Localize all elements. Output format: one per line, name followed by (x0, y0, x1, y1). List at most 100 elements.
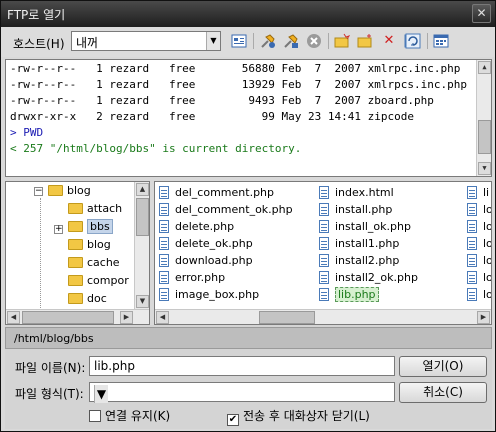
file-name: image_box.php (175, 288, 260, 301)
disconnect-icon[interactable] (283, 33, 299, 49)
file-item[interactable]: lo (467, 254, 491, 271)
stop-icon[interactable] (306, 33, 322, 49)
host-label: 호스트(H) (13, 37, 65, 51)
file-name: lo (483, 271, 492, 284)
file-item[interactable]: li (467, 186, 489, 203)
tree-item-blog[interactable]: blog (48, 184, 91, 201)
scroll-thumb[interactable] (22, 311, 114, 324)
scroll-right-icon[interactable]: ▶ (477, 311, 490, 324)
scroll-thumb[interactable] (136, 198, 149, 236)
cancel-button[interactable]: 취소(C) (399, 382, 487, 403)
open-button[interactable]: 열기(O) (399, 356, 487, 377)
file-name: delete.php (175, 220, 235, 233)
file-item[interactable]: download.php (159, 254, 253, 271)
scroll-up-icon[interactable]: ▲ (136, 183, 149, 196)
tree-item-blog-sub[interactable]: blog (68, 238, 111, 255)
open-folder-icon[interactable] (357, 33, 373, 49)
file-item[interactable]: install2.php (319, 254, 399, 271)
file-item[interactable]: install_ok.php (319, 220, 411, 237)
file-item[interactable]: lo (467, 220, 492, 237)
file-item[interactable]: del_comment.php (159, 186, 274, 203)
file-name: install_ok.php (335, 220, 411, 233)
scroll-thumb[interactable] (259, 311, 315, 324)
connect-icon[interactable] (260, 33, 276, 49)
filetype-label: 파일 형식(T): (15, 387, 84, 401)
title-bar[interactable]: FTP로 열기 ✕ (1, 1, 495, 27)
refresh-icon[interactable] (405, 33, 421, 49)
folder-icon (48, 185, 63, 196)
collapse-icon[interactable]: − (34, 187, 43, 196)
file-icon (467, 271, 477, 284)
folder-tree[interactable]: − blog attach + bbs blog cache compor do… (5, 181, 150, 325)
filename-input[interactable]: lib.php (89, 356, 395, 376)
file-item[interactable]: install.php (319, 203, 392, 220)
keep-connection-label: 연결 유지(K) (105, 409, 171, 423)
close-after-transfer-checkbox[interactable]: ✔ 전송 후 대화상자 닫기(L) (227, 407, 370, 426)
file-item[interactable]: lo (467, 288, 491, 305)
tree-item-label: blog (67, 184, 91, 197)
close-after-transfer-label: 전송 후 대화상자 닫기(L) (243, 409, 370, 423)
file-item[interactable]: delete_ok.php (159, 237, 253, 254)
scroll-thumb[interactable] (478, 120, 491, 154)
file-name: install.php (335, 203, 393, 216)
chevron-down-icon[interactable]: ▼ (206, 32, 220, 50)
checkbox-unchecked-icon[interactable] (89, 410, 101, 422)
scroll-right-icon[interactable]: ▶ (120, 311, 133, 324)
host-select-value: 내꺼 (76, 36, 99, 50)
filetype-select[interactable]: ▼ (89, 382, 395, 403)
file-icon (159, 186, 169, 199)
file-item[interactable]: lo (467, 271, 492, 288)
file-item[interactable]: del_comment_ok.php (159, 203, 293, 220)
file-item-selected[interactable]: lib.php (319, 287, 379, 305)
scroll-down-icon[interactable]: ▼ (478, 162, 491, 175)
tree-item-bbs[interactable]: bbs (68, 219, 113, 237)
file-item[interactable]: install2_ok.php (319, 271, 418, 288)
scroll-left-icon[interactable]: ◀ (7, 311, 20, 324)
ftp-log-panel[interactable]: -rw-r--r-- 1 rezard free 56880 Feb 7 200… (5, 59, 492, 177)
file-list[interactable]: del_comment.php del_comment_ok.php delet… (154, 181, 492, 325)
host-select[interactable]: 내꺼 ▼ (71, 31, 221, 51)
toolbar-separator (253, 33, 254, 49)
new-folder-icon[interactable] (334, 33, 351, 49)
scroll-left-icon[interactable]: ◀ (156, 311, 169, 324)
close-icon[interactable]: ✕ (472, 4, 491, 23)
log-vertical-scrollbar[interactable]: ▲ ▼ (476, 60, 491, 176)
keep-connection-checkbox[interactable]: 연결 유지(K) (89, 407, 170, 424)
scroll-down-icon[interactable]: ▼ (136, 295, 149, 308)
file-name: lo (483, 237, 492, 250)
tree-item-cache[interactable]: cache (68, 256, 120, 273)
view-mode-icon[interactable] (433, 33, 449, 49)
file-list-horizontal-scrollbar[interactable]: ◀ ▶ (155, 309, 491, 324)
file-icon (467, 203, 477, 216)
file-item[interactable]: image_box.php (159, 288, 259, 305)
tree-horizontal-scrollbar[interactable]: ◀ ▶ (6, 309, 149, 324)
file-icon (467, 237, 477, 250)
tree-item-label: compor (87, 274, 129, 287)
file-name: error.php (175, 271, 226, 284)
tree-item-component[interactable]: compor (68, 274, 129, 291)
file-item[interactable]: delete.php (159, 220, 234, 237)
bookmark-manager-icon[interactable] (231, 33, 247, 49)
file-name: index.html (335, 186, 394, 199)
file-item[interactable]: lo (467, 203, 491, 220)
file-name: lo (483, 220, 492, 233)
file-icon (159, 288, 169, 301)
tree-vertical-scrollbar[interactable]: ▲ ▼ (134, 182, 149, 309)
log-line: -rw-r--r-- 1 rezard free 56880 Feb 7 200… (10, 62, 461, 75)
expand-icon[interactable]: + (54, 225, 63, 234)
tree-item-attach[interactable]: attach (68, 202, 122, 219)
file-icon (467, 220, 477, 233)
file-icon (159, 237, 169, 250)
file-item[interactable]: install1.php (319, 237, 399, 254)
file-item[interactable]: index.html (319, 186, 394, 203)
current-path-bar: /html/blog/bbs (5, 327, 492, 349)
file-name: install2.php (335, 254, 400, 267)
scroll-up-icon[interactable]: ▲ (478, 61, 491, 74)
delete-icon[interactable]: ✕ (381, 33, 397, 49)
checkmark-icon[interactable]: ✔ (227, 414, 239, 426)
file-item[interactable]: error.php (159, 271, 225, 288)
tree-item-doc[interactable]: doc (68, 292, 107, 309)
dialog-footer: /html/blog/bbs 파일 이름(N): lib.php 열기(O) 파… (5, 325, 492, 429)
chevron-down-icon[interactable]: ▼ (94, 385, 108, 403)
file-item[interactable]: lo (467, 237, 492, 254)
